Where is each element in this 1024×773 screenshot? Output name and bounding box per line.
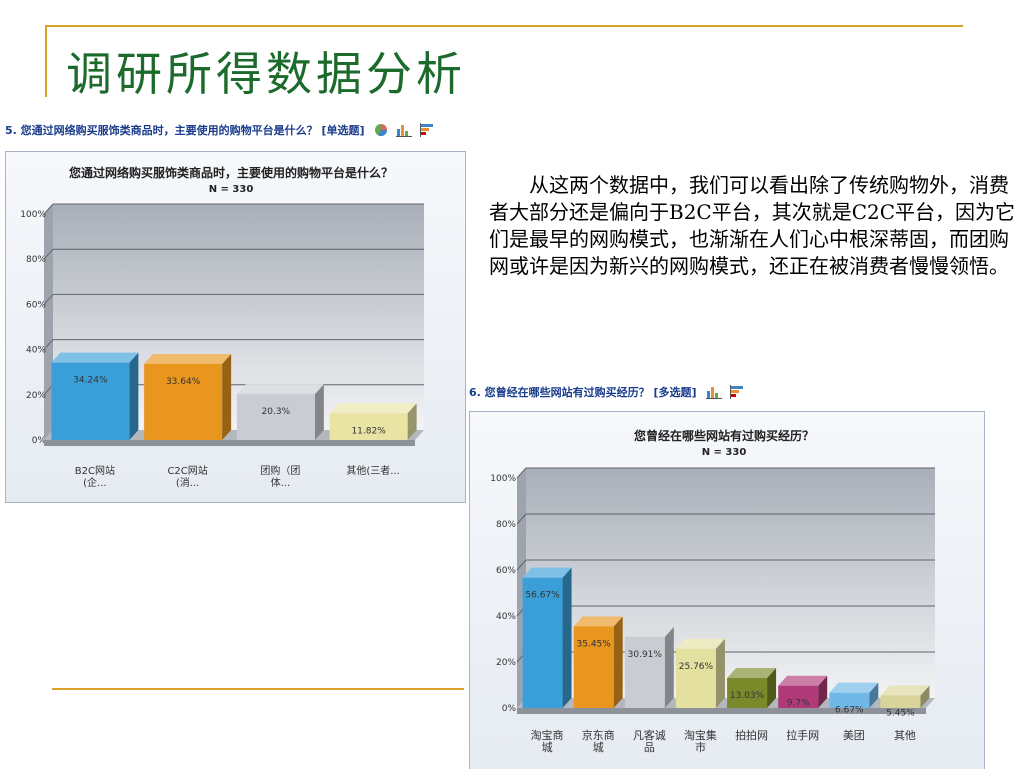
bar-side bbox=[562, 567, 572, 708]
x-tick-label: 其他 bbox=[894, 729, 916, 742]
y-tick-label: 40% bbox=[26, 346, 46, 356]
chart-subtitle: N = 330 bbox=[702, 447, 747, 458]
bar-top bbox=[51, 352, 139, 363]
x-tick-label: 淘宝集 bbox=[684, 728, 717, 742]
y-tick-label: 0% bbox=[502, 704, 517, 714]
x-tick-label: 凡客诚 bbox=[633, 728, 666, 742]
pie-chart-icon[interactable] bbox=[374, 123, 388, 140]
left-rule bbox=[45, 25, 47, 97]
x-tick-label: 体... bbox=[271, 477, 291, 489]
x-tick-label: 淘宝商 bbox=[531, 728, 564, 742]
x-tick-label: 团购（团 bbox=[260, 464, 300, 477]
plot-floor-edge bbox=[44, 440, 415, 446]
bottom-rule bbox=[52, 688, 464, 690]
slide-title: 调研所得数据分析 bbox=[66, 47, 466, 101]
bar-top bbox=[144, 353, 232, 364]
chart-title: 您通过网络购买服饰类商品时，主要使用的购物平台是什么？ bbox=[69, 165, 393, 180]
bar-side bbox=[613, 616, 623, 708]
bar-chart-icon[interactable] bbox=[396, 123, 413, 140]
bar-top bbox=[236, 384, 324, 395]
horizontal-bar-icon[interactable] bbox=[730, 384, 746, 402]
question-5-label: 5. 您通过网络购买服饰类商品时，主要使用的购物平台是什么？ [单选题] bbox=[5, 124, 365, 137]
x-tick-label: (企... bbox=[83, 476, 106, 489]
data-label: 11.82% bbox=[351, 426, 386, 436]
data-label: 13.03% bbox=[730, 691, 765, 701]
chart-2: 您曾经在哪些网站有过购买经历？ N = 330 0% 20% 40% 60% 80% 100%… bbox=[490, 428, 935, 754]
data-label: 25.76% bbox=[679, 662, 714, 672]
x-tick-label: 其他(三者... bbox=[346, 464, 399, 477]
bar bbox=[624, 636, 665, 708]
bar-side bbox=[664, 626, 674, 708]
y-tick-label: 80% bbox=[496, 520, 516, 530]
data-label: 33.64% bbox=[166, 377, 201, 387]
bar-side bbox=[129, 352, 139, 440]
data-label: 30.91% bbox=[628, 650, 663, 660]
y-tick-label: 60% bbox=[496, 566, 516, 576]
chart-subtitle: N = 330 bbox=[209, 184, 254, 195]
x-tick-label: (消... bbox=[176, 476, 199, 489]
bar bbox=[675, 648, 716, 708]
x-tick-label: B2C网站 bbox=[75, 464, 115, 477]
data-label: 34.24% bbox=[73, 376, 108, 386]
chart-1: 您通过网络购买服饰类商品时，主要使用的购物平台是什么？N = 3300%20%4… bbox=[20, 165, 424, 489]
y-tick-label: 100% bbox=[490, 474, 516, 484]
x-tick-label: 美团 bbox=[843, 729, 865, 742]
x-tick-label: 市 bbox=[695, 740, 706, 754]
x-tick-label: 城 bbox=[542, 741, 553, 754]
data-label: 5.45% bbox=[886, 708, 915, 718]
data-label: 56.67% bbox=[525, 591, 560, 601]
question-6-title: 6. 您曾经在哪些网站有过购买经历？ [多选题] bbox=[469, 384, 750, 402]
top-rule bbox=[45, 25, 963, 27]
x-tick-label: 城 bbox=[593, 741, 604, 754]
x-tick-label: 品 bbox=[644, 741, 655, 754]
bar bbox=[51, 362, 130, 440]
horizontal-bar-icon[interactable] bbox=[420, 122, 436, 140]
x-tick-label: 拉手网 bbox=[786, 728, 819, 742]
chart-panel-2: 您曾经在哪些网站有过购买经历？ N = 330 0% 20% 40% 60% 80% 100%… bbox=[469, 411, 985, 769]
x-tick-label: C2C网站 bbox=[167, 464, 207, 477]
plot-floor-edge bbox=[517, 708, 926, 714]
data-label: 35.45% bbox=[577, 639, 612, 649]
bar bbox=[144, 363, 223, 440]
y-tick-label: 20% bbox=[496, 658, 516, 668]
chart-panel-1: 您通过网络购买服饰类商品时，主要使用的购物平台是什么？ N = 330 0% 20% 4… bbox=[5, 151, 466, 503]
y-tick-label: 40% bbox=[496, 612, 516, 622]
bar-side bbox=[222, 353, 232, 440]
bar-top bbox=[329, 403, 417, 414]
y-tick-label: 20% bbox=[26, 391, 46, 401]
analysis-paragraph: 从这两个数据中，我们可以看出除了传统购物外，消费者大部分还是偏向于B2C平台，其… bbox=[489, 173, 1016, 278]
question-5-title: 5. 您通过网络购买服饰类商品时，主要使用的购物平台是什么？ [单选题] bbox=[5, 122, 440, 140]
y-tick-label: 60% bbox=[26, 300, 46, 310]
data-label: 9.7% bbox=[787, 699, 810, 709]
data-label: 20.3% bbox=[262, 407, 291, 417]
x-tick-label: 拍拍网 bbox=[735, 728, 768, 742]
y-tick-label: 80% bbox=[26, 255, 46, 265]
bar bbox=[880, 695, 921, 708]
chart-title: 您曾经在哪些网站有过购买经历？ bbox=[634, 428, 814, 443]
bar-side bbox=[715, 638, 725, 708]
question-6-label: 6. 您曾经在哪些网站有过购买经历？ [多选题] bbox=[469, 386, 697, 399]
y-tick-label: 100% bbox=[20, 210, 46, 220]
data-label: 6.67% bbox=[835, 706, 864, 716]
bar-chart-icon[interactable] bbox=[706, 385, 723, 402]
x-tick-label: 京东商 bbox=[582, 728, 615, 742]
